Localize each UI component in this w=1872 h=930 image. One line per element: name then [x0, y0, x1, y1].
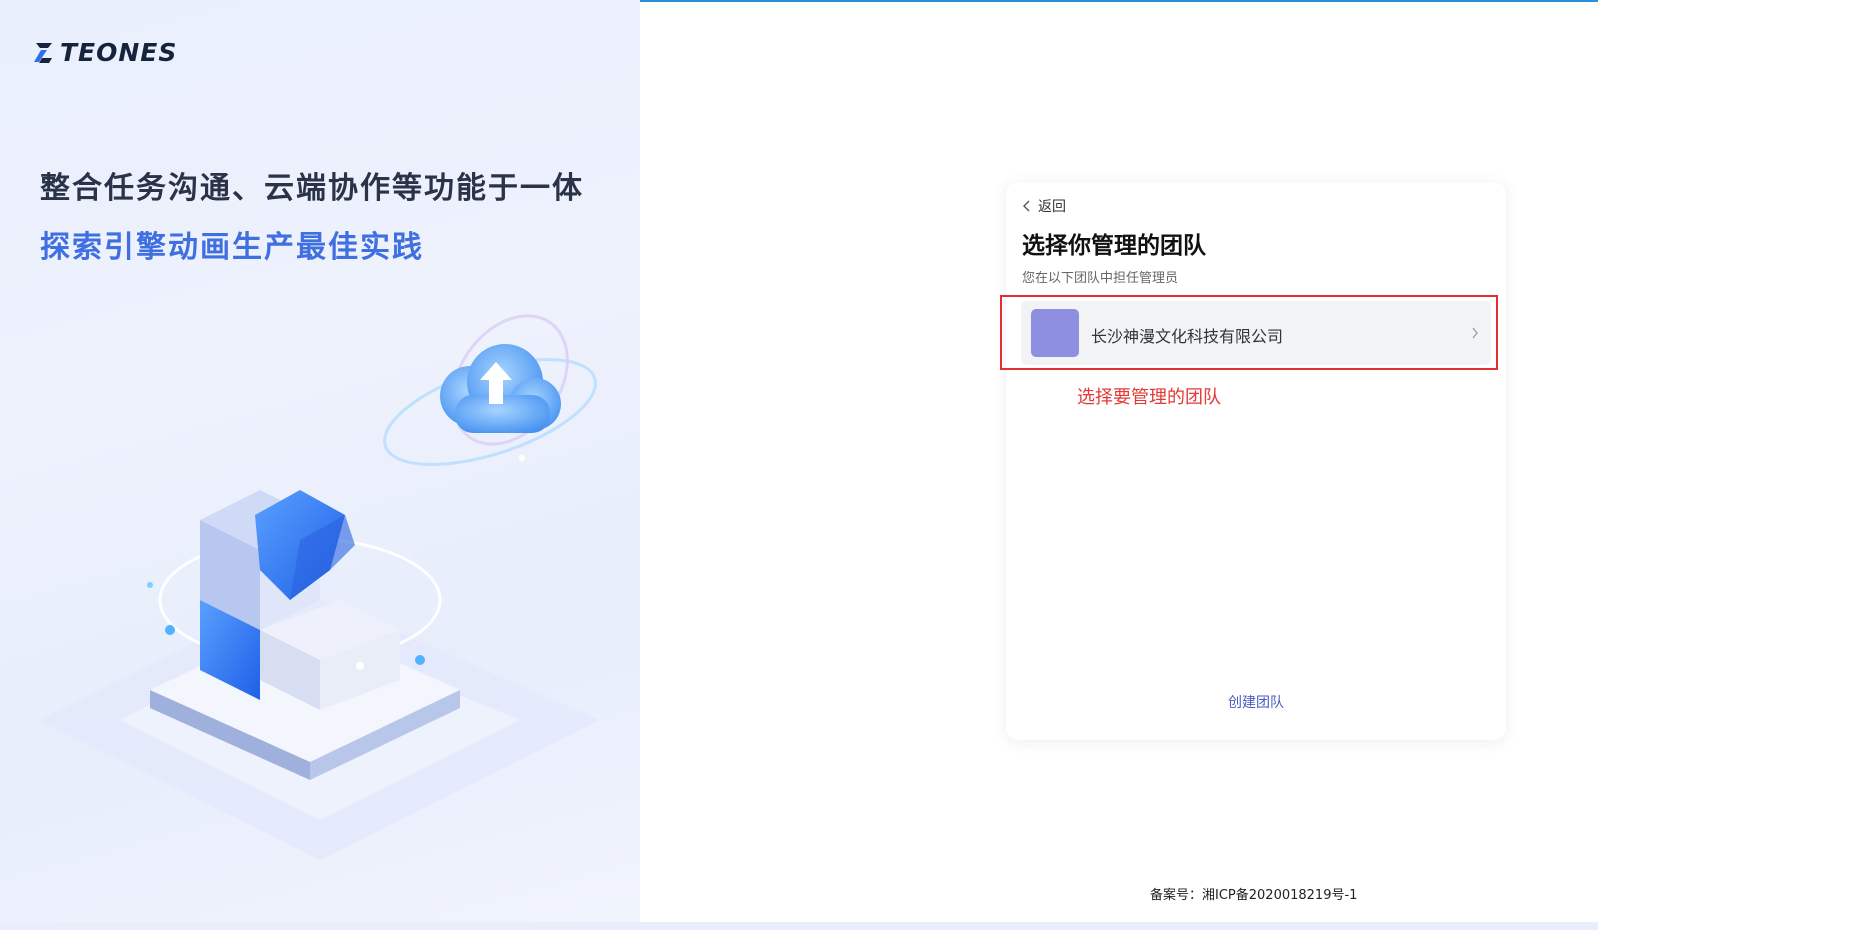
team-name: 长沙神漫文化科技有限公司 [1091, 327, 1284, 346]
back-link[interactable]: 返回 [1022, 196, 1066, 216]
bottom-strip [0, 922, 1598, 930]
logo-mark-icon [34, 42, 52, 63]
brand-logo: TEONES [32, 38, 177, 67]
back-link-label: 返回 [1038, 199, 1066, 215]
tagline-secondary: 探索引擎动画生产最佳实践 [40, 230, 424, 265]
create-team-link[interactable]: 创建团队 [1006, 692, 1506, 712]
logo-text: TEONES [60, 38, 178, 67]
chevron-right-icon [1472, 327, 1478, 339]
page: TEONES 整合任务沟通、云端协作等功能于一体 探索引擎动画生产最佳实践 返回… [0, 0, 1598, 930]
icp-footer: 备案号：湘ICP备2020018219号-1 [1150, 888, 1358, 903]
team-select-card: 返回 选择你管理的团队 您在以下团队中担任管理员 长沙神漫文化科技有限公司 选择… [1000, 182, 1506, 740]
chevron-left-icon [1023, 200, 1030, 212]
left-promo-panel: TEONES 整合任务沟通、云端协作等功能于一体 探索引擎动画生产最佳实践 [0, 0, 640, 922]
cloud-cube-illustration [40, 314, 600, 860]
tagline-primary: 整合任务沟通、云端协作等功能于一体 [40, 171, 584, 206]
annotation-text: 选择要管理的团队 [1077, 387, 1221, 408]
card-title: 选择你管理的团队 [1022, 233, 1206, 259]
team-list-item[interactable]: 长沙神漫文化科技有限公司 [1021, 301, 1491, 365]
team-avatar [1031, 309, 1079, 357]
card-subtitle: 您在以下团队中担任管理员 [1022, 271, 1179, 286]
